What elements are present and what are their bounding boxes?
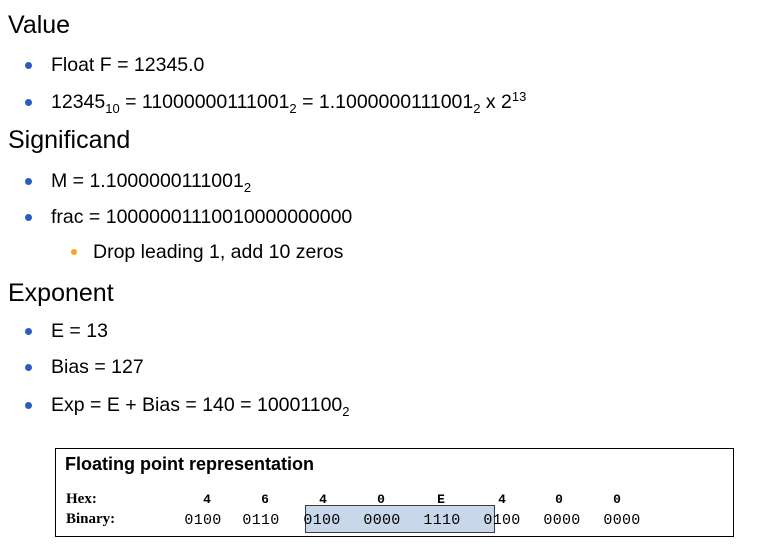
heading-value: Value (8, 11, 71, 39)
conversion-text-1: 12345 (51, 91, 106, 113)
heading-exponent: Exponent (8, 279, 114, 307)
fp-representation-box: Floating point representation Hex: Binar… (55, 448, 734, 537)
bullet-e: E = 13 (25, 320, 108, 342)
binary-nibble: 0100 (483, 512, 521, 529)
hex-digit: 6 (261, 492, 269, 507)
exponent-superscript: 13 (511, 89, 527, 104)
binary-nibble: 0000 (603, 512, 641, 529)
conversion-text-2: = 11000000111001 (119, 91, 290, 113)
hex-digit: 0 (613, 492, 621, 507)
hex-label: Hex: (66, 491, 97, 507)
sub-bullet-drop-leading: Drop leading 1, add 10 zeros (70, 241, 344, 263)
hex-digit: E (437, 492, 445, 507)
bullet-mantissa: M = 1.10000001110012 (24, 169, 252, 195)
exp-text: Exp = E + Bias = 140 = 10001100 (51, 394, 343, 416)
binary-nibble: 0100 (184, 512, 222, 529)
bullet-frac: frac = 10000001110010000000000 (24, 206, 353, 228)
binary-label: Binary: (66, 511, 116, 527)
heading-significand: Significand (8, 126, 131, 154)
mantissa-subscript: 2 (243, 180, 252, 195)
bullet-binary-conversion: 1234510 = 110000001110012 = 1.1000000111… (24, 89, 527, 116)
bullet-exp: Exp = E + Bias = 140 = 100011002 (25, 393, 350, 419)
hex-digit: 4 (203, 492, 211, 507)
bullet-float-value: Float F = 12345.0 (24, 54, 205, 76)
conversion-text-3: = 1.1000000111001 (296, 91, 474, 113)
hex-digit: 4 (498, 492, 506, 507)
hex-digit: 0 (377, 492, 385, 507)
base-subscript-10: 10 (105, 101, 120, 116)
binary-nibble: 0000 (363, 512, 401, 529)
binary-nibble: 0000 (543, 512, 581, 529)
binary-nibble: 1110 (423, 512, 461, 529)
fp-title: Floating point representation (65, 454, 315, 474)
hex-digit: 4 (319, 492, 327, 507)
slide: Value Float F = 12345.0 1234510 = 110000… (0, 0, 757, 548)
binary-nibble: 0110 (242, 512, 280, 529)
hex-digit: 0 (555, 492, 563, 507)
base-subscript-2a: 2 (289, 101, 297, 116)
exp-subscript: 2 (342, 404, 350, 419)
mantissa-text: M = 1.1000000111001 (51, 170, 244, 192)
binary-nibble: 0100 (303, 512, 341, 529)
bullet-bias: Bias = 127 (25, 356, 144, 378)
conversion-text-4: x 2 (480, 91, 512, 113)
